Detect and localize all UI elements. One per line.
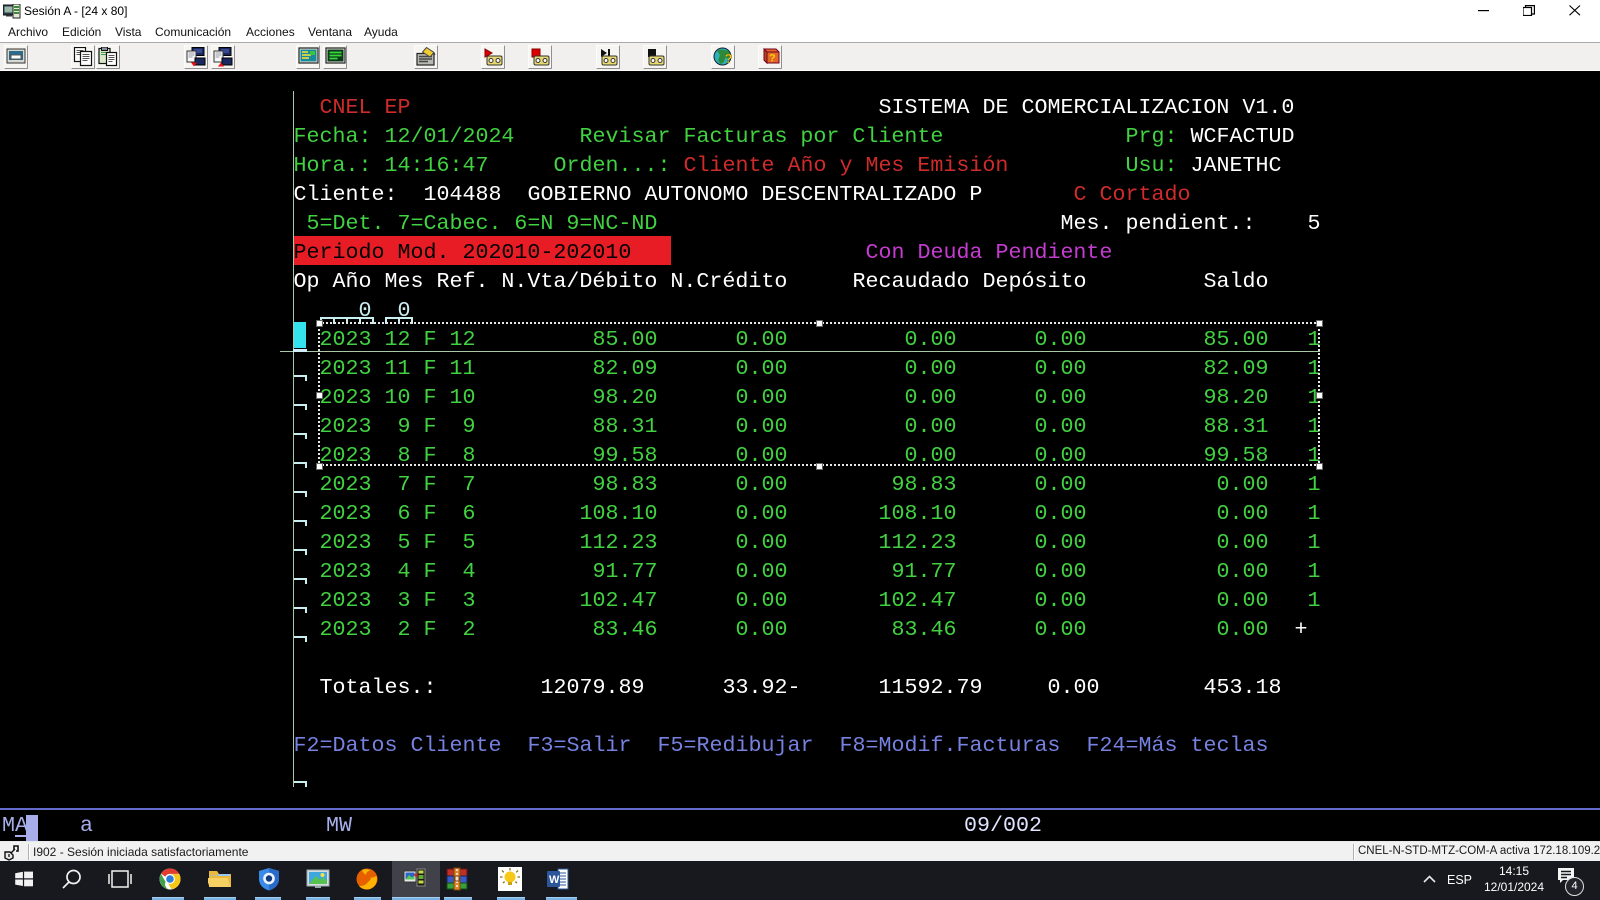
- svg-text:W: W: [549, 874, 560, 886]
